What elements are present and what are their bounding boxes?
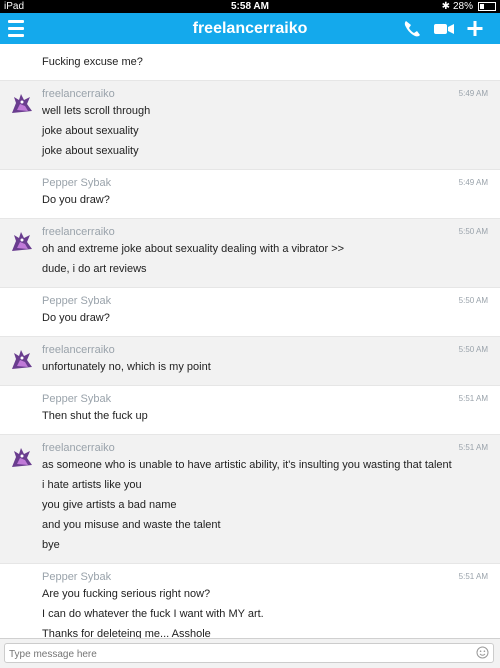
sender-name: freelancerraiko <box>42 226 115 238</box>
message-text: Do you draw? <box>42 194 110 206</box>
message-group: freelancerraiko 5:49 AM well lets scroll t… <box>0 81 500 170</box>
message-group: freelancerraiko 5:50 AM unfortunately no, … <box>0 337 500 386</box>
message-text: and you misuse and waste the talent <box>42 519 221 531</box>
conversation-title: freelancerraiko <box>192 20 308 37</box>
phone-icon[interactable] <box>402 18 422 39</box>
battery-percent: 28% <box>452 1 473 12</box>
message-group: Fucking excuse me? <box>0 44 500 81</box>
sender-name: Pepper Sybak <box>42 393 112 405</box>
message-text: you give artists a bad name <box>42 499 177 511</box>
message-input-box <box>4 643 494 665</box>
avatar-icon[interactable] <box>10 445 34 469</box>
message-text: Fucking excuse me? <box>42 56 143 68</box>
sender-name: Pepper Sybak <box>42 571 112 583</box>
message-timestamp: 5:51 AM <box>458 394 488 403</box>
message-text: joke about sexuality <box>42 125 139 137</box>
message-text: I can do whatever the fuck I want with M… <box>42 608 264 620</box>
message-timestamp: 5:49 AM <box>458 178 488 187</box>
plus-icon[interactable] <box>466 18 484 39</box>
message-input[interactable] <box>5 644 471 665</box>
emoji-icon[interactable] <box>476 646 489 659</box>
message-text: joke about sexuality <box>42 145 139 157</box>
message-group: Pepper Sybak 5:51 AM Then shut the fuck up <box>0 386 500 435</box>
status-bar: iPad 5:58 AM ✱ 28% <box>0 0 500 13</box>
nav-bar: freelancerraiko <box>0 13 500 44</box>
video-icon[interactable] <box>433 18 455 39</box>
message-text: Thanks for deleteing me... Asshole <box>42 628 211 638</box>
sender-name: Pepper Sybak <box>42 295 112 307</box>
message-group: Pepper Sybak 5:51 AM Are you fucking serio… <box>0 564 500 638</box>
message-group: freelancerraiko 5:50 AM oh and extreme jok… <box>0 219 500 288</box>
message-timestamp: 5:51 AM <box>458 443 488 452</box>
avatar-icon[interactable] <box>10 91 34 115</box>
message-text: Do you draw? <box>42 312 110 324</box>
sender-name: Pepper Sybak <box>42 177 112 189</box>
message-text: bye <box>42 539 60 551</box>
message-list[interactable]: Fucking excuse me? freelancerraiko 5:49 AM… <box>0 44 500 638</box>
message-text: as someone who is unable to have artisti… <box>42 459 452 471</box>
avatar-icon[interactable] <box>10 229 34 253</box>
status-time: 5:58 AM <box>231 1 269 12</box>
message-text: unfortunately no, which is my point <box>42 361 211 373</box>
message-timestamp: 5:51 AM <box>458 572 488 581</box>
message-group: Pepper Sybak 5:49 AM Do you draw? <box>0 170 500 219</box>
message-timestamp: 5:50 AM <box>458 345 488 354</box>
message-text: Then shut the fuck up <box>42 410 148 422</box>
avatar-icon[interactable] <box>10 347 34 371</box>
input-bar <box>0 638 500 668</box>
message-group: Pepper Sybak 5:50 AM Do you draw? <box>0 288 500 337</box>
message-text: oh and extreme joke about sexuality deal… <box>42 243 345 255</box>
battery-fill <box>480 4 484 9</box>
message-timestamp: 5:50 AM <box>458 296 488 305</box>
message-timestamp: 5:50 AM <box>458 227 488 236</box>
status-right: ✱ 28% <box>442 0 496 13</box>
message-text: dude, i do art reviews <box>42 263 147 275</box>
sender-name: freelancerraiko <box>42 442 115 454</box>
bluetooth-icon: ✱ <box>441 1 450 12</box>
message-text: well lets scroll through <box>42 105 151 117</box>
message-timestamp: 5:49 AM <box>458 89 488 98</box>
message-group: freelancerraiko 5:51 AM as someone who is … <box>0 435 500 564</box>
battery-icon <box>478 2 496 11</box>
message-text: i hate artists like you <box>42 479 142 491</box>
message-text: Are you fucking serious right now? <box>42 588 211 600</box>
sender-name: freelancerraiko <box>42 344 115 356</box>
sender-name: freelancerraiko <box>42 88 115 100</box>
